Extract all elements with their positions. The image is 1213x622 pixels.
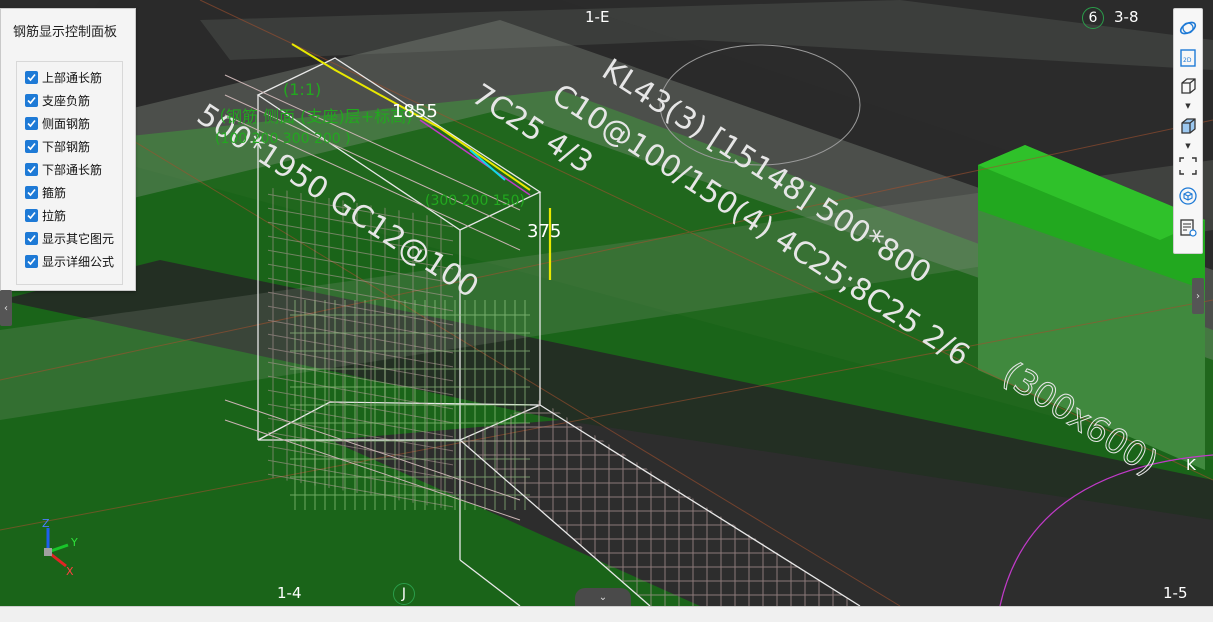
option-stirrup[interactable]: 箍筋 [25, 183, 66, 201]
green-annotation-2: （钢筋 侧面 (支座)层+标高) [210, 107, 412, 126]
option-label: 下部通长筋 [42, 162, 103, 177]
2d-view-label: 2D [1183, 57, 1192, 64]
axis-marker-6: 6 [1082, 7, 1104, 29]
option-show-formula[interactable]: 显示详细公式 [25, 252, 114, 270]
dimension-1855: 1855 [392, 101, 438, 122]
axis-label-top-center: 1-E [585, 8, 610, 26]
chevron-down-icon[interactable]: ▼ [1183, 102, 1193, 110]
option-label: 下部钢筋 [42, 139, 91, 154]
gizmo-y-label: Y [70, 536, 78, 549]
scene-canvas[interactable]: KL43(3) [15148] 500*800 C10@100/150(4) 4… [0, 0, 1213, 606]
view-toolbar: 2D ▼ ▼ [1173, 8, 1203, 254]
axis-label-right: K [1186, 456, 1196, 474]
option-label: 上部通长筋 [42, 70, 103, 85]
dimension-375: 375 [527, 221, 562, 242]
panel-title: 钢筋显示控制面板 [13, 25, 118, 40]
3d-viewport[interactable]: KL43(3) [15148] 500*800 C10@100/150(4) 4… [0, 0, 1213, 606]
checkbox-icon[interactable] [25, 208, 38, 222]
option-label: 显示其它图元 [42, 231, 115, 246]
axis-label-top-right: 3-8 [1114, 8, 1139, 26]
green-annotation-1: (1:1) [283, 80, 321, 99]
option-label: 拉筋 [42, 208, 67, 223]
chevron-down-icon[interactable]: ▼ [1183, 142, 1193, 150]
box-wireframe-icon[interactable] [1177, 75, 1199, 97]
option-tie-bar[interactable]: 拉筋 [25, 206, 66, 224]
green-annotation-4: (300 200 150) [425, 193, 525, 209]
2d-view-icon[interactable]: 2D [1177, 47, 1199, 69]
orbit-icon[interactable] [1177, 17, 1199, 39]
option-show-other-elements[interactable]: 显示其它图元 [25, 229, 114, 247]
rebar-display-panel: 钢筋显示控制面板 上部通长筋 支座负筋 侧面钢筋 下部钢筋 下部通长筋 箍筋 拉… [0, 8, 136, 291]
checkbox-icon[interactable] [25, 139, 38, 153]
option-top-through-bar[interactable]: 上部通长筋 [25, 68, 102, 86]
gizmo-x-label: X [66, 565, 74, 578]
gear-cube-icon[interactable] [1177, 185, 1199, 207]
gizmo-z-label: Z [42, 517, 50, 530]
panel-options-list: 上部通长筋 支座负筋 侧面钢筋 下部钢筋 下部通长筋 箍筋 拉筋 显示其它图元 … [16, 61, 123, 285]
checkbox-icon[interactable] [25, 162, 38, 176]
axis-label-bottom-left: 1-4 [277, 584, 302, 602]
option-bottom-bar[interactable]: 下部钢筋 [25, 137, 90, 155]
option-label: 箍筋 [42, 185, 67, 200]
checkbox-icon[interactable] [25, 185, 38, 199]
option-support-negative-bar[interactable]: 支座负筋 [25, 91, 90, 109]
option-bottom-through-bar[interactable]: 下部通长筋 [25, 160, 102, 178]
properties-icon[interactable] [1177, 217, 1199, 239]
green-annotation-3: (100 200 300 200 ) [215, 131, 351, 147]
bottom-collapse-tab[interactable]: ⌄ [575, 588, 631, 606]
option-label: 支座负筋 [42, 93, 91, 108]
checkbox-icon[interactable] [25, 70, 38, 84]
status-bar [0, 606, 1213, 622]
checkbox-icon[interactable] [25, 116, 38, 130]
axis-label-bottom-right: 1-5 [1163, 584, 1188, 602]
checkbox-icon[interactable] [25, 231, 38, 245]
left-collapse-tab[interactable]: ‹ [0, 290, 12, 326]
right-collapse-tab[interactable]: › [1192, 278, 1204, 314]
option-side-bar[interactable]: 侧面钢筋 [25, 114, 90, 132]
checkbox-icon[interactable] [25, 93, 38, 107]
fit-view-icon[interactable] [1177, 155, 1199, 177]
option-label: 显示详细公式 [42, 254, 115, 269]
box-solid-icon[interactable] [1177, 115, 1199, 137]
axis-marker-j: J [393, 583, 415, 605]
option-label: 侧面钢筋 [42, 116, 91, 131]
checkbox-icon[interactable] [25, 254, 38, 268]
